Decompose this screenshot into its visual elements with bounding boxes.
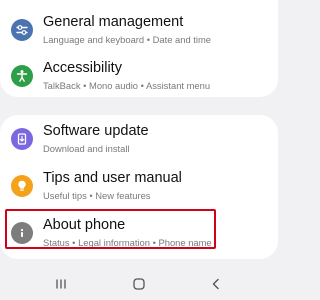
- highlight-box: [5, 209, 216, 249]
- settings-item-software-update[interactable]: Software update Download and install: [0, 117, 278, 165]
- navigation-bar: [0, 268, 278, 300]
- settings-item-subtitle: Useful tips • New features: [43, 190, 151, 201]
- settings-item-tips-and-user-manual[interactable]: Tips and user manual Useful tips • New f…: [0, 164, 278, 212]
- settings-item-general-management[interactable]: General management Language and keyboard…: [0, 8, 278, 56]
- settings-item-title: Software update: [43, 123, 149, 139]
- lightbulb-icon: [11, 175, 33, 197]
- back-icon[interactable]: [204, 274, 228, 294]
- settings-item-subtitle: Download and install: [43, 143, 130, 154]
- accessibility-icon: [11, 65, 33, 87]
- settings-item-title: Accessibility: [43, 60, 122, 76]
- sliders-icon: [11, 19, 33, 41]
- recent-apps-icon[interactable]: [49, 274, 73, 294]
- home-icon[interactable]: [127, 274, 151, 294]
- settings-item-subtitle: Language and keyboard • Date and time: [43, 34, 211, 45]
- settings-item-subtitle: TalkBack • Mono audio • Assistant menu: [43, 80, 211, 91]
- settings-item-accessibility[interactable]: Accessibility TalkBack • Mono audio • As…: [0, 54, 278, 102]
- settings-item-title: General management: [43, 14, 184, 30]
- settings-item-title: Tips and user manual: [43, 170, 182, 186]
- software-update-icon: [11, 128, 33, 150]
